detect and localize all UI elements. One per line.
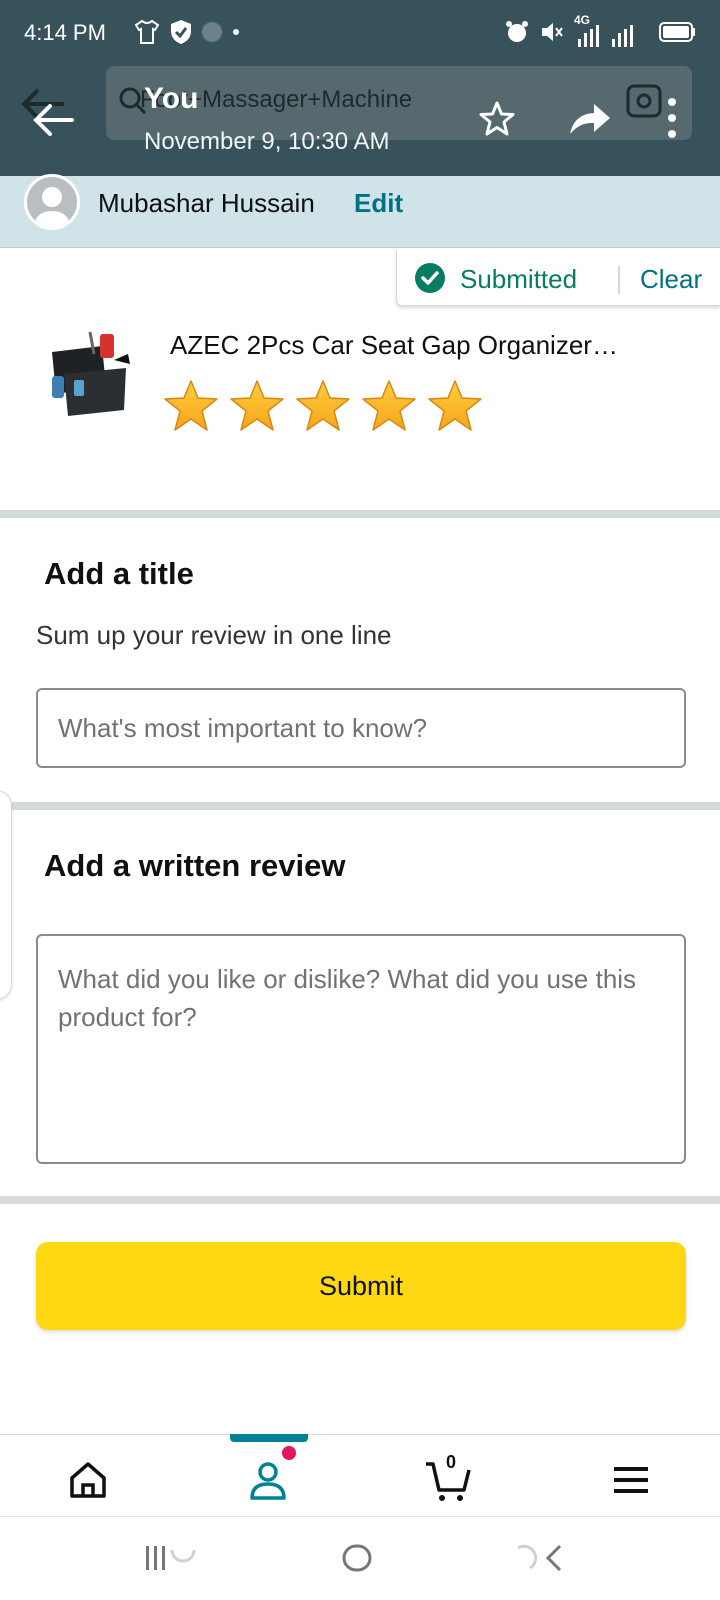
star-outline-icon[interactable] bbox=[478, 100, 516, 138]
profile-name: Mubashar Hussain bbox=[98, 188, 315, 218]
submit-button[interactable]: Submit bbox=[36, 1242, 686, 1330]
camera-icon[interactable] bbox=[626, 84, 662, 118]
back-button[interactable] bbox=[28, 96, 78, 146]
notification-dot bbox=[282, 1446, 296, 1460]
title-section-subheading: Sum up your review in one line bbox=[36, 620, 392, 650]
clear-rating-link[interactable]: Clear bbox=[640, 264, 702, 295]
recents-icon[interactable] bbox=[144, 1540, 204, 1576]
page-subtitle-date: November 9, 10:30 AM bbox=[144, 128, 390, 155]
status-submitted: Submitted bbox=[460, 264, 578, 294]
more-vertical-icon[interactable] bbox=[664, 96, 680, 140]
review-section-heading: Add a written review bbox=[44, 848, 346, 883]
star-icon[interactable] bbox=[294, 378, 352, 434]
share-arrow-icon[interactable] bbox=[568, 100, 612, 138]
active-tab-indicator bbox=[230, 1434, 308, 1442]
home-icon[interactable] bbox=[64, 1456, 112, 1504]
star-icon[interactable] bbox=[162, 378, 220, 434]
home-circle-icon[interactable] bbox=[340, 1540, 376, 1576]
title-section-heading: Add a title bbox=[44, 556, 194, 591]
avatar bbox=[24, 174, 80, 230]
battery-icon bbox=[659, 22, 695, 42]
product-name[interactable]: AZEC 2Pcs Car Seat Gap Organizer… bbox=[170, 330, 670, 361]
star-icon[interactable] bbox=[426, 378, 484, 434]
facebook-icon bbox=[202, 22, 222, 42]
cart-count: 0 bbox=[446, 1452, 457, 1472]
shield-check-icon bbox=[171, 20, 191, 44]
check-circle-icon bbox=[415, 263, 445, 293]
dot-icon bbox=[233, 29, 239, 35]
star-rating[interactable] bbox=[162, 378, 484, 434]
status-time: 4:14 PM bbox=[24, 20, 106, 45]
profile-edit-link[interactable]: Edit bbox=[354, 188, 403, 219]
page: 4:14 PM 4G Foot+Massager+Machine You Nov… bbox=[0, 0, 720, 1600]
page-title: You bbox=[144, 82, 199, 115]
section-divider bbox=[0, 1196, 720, 1204]
menu-icon[interactable] bbox=[608, 1456, 656, 1504]
star-icon[interactable] bbox=[228, 378, 286, 434]
review-title-input[interactable] bbox=[36, 688, 686, 768]
tshirt-icon bbox=[134, 19, 160, 44]
status-bar: 4:14 PM 4G bbox=[0, 0, 720, 64]
side-panel-edge[interactable] bbox=[0, 790, 12, 1000]
status-divider bbox=[618, 266, 620, 294]
status-right-icons: 4G bbox=[504, 13, 696, 50]
wifi-signal-icon: 4G bbox=[572, 13, 650, 49]
status-left-icons bbox=[133, 18, 241, 46]
review-text-input[interactable] bbox=[36, 934, 686, 1164]
profile-icon[interactable] bbox=[244, 1456, 292, 1504]
back-chevron-icon[interactable] bbox=[514, 1540, 574, 1576]
star-icon[interactable] bbox=[360, 378, 418, 434]
alarm-icon bbox=[506, 21, 528, 42]
product-thumbnail bbox=[52, 331, 130, 416]
section-divider bbox=[0, 802, 720, 810]
section-divider bbox=[0, 510, 720, 518]
mute-icon bbox=[542, 23, 563, 41]
